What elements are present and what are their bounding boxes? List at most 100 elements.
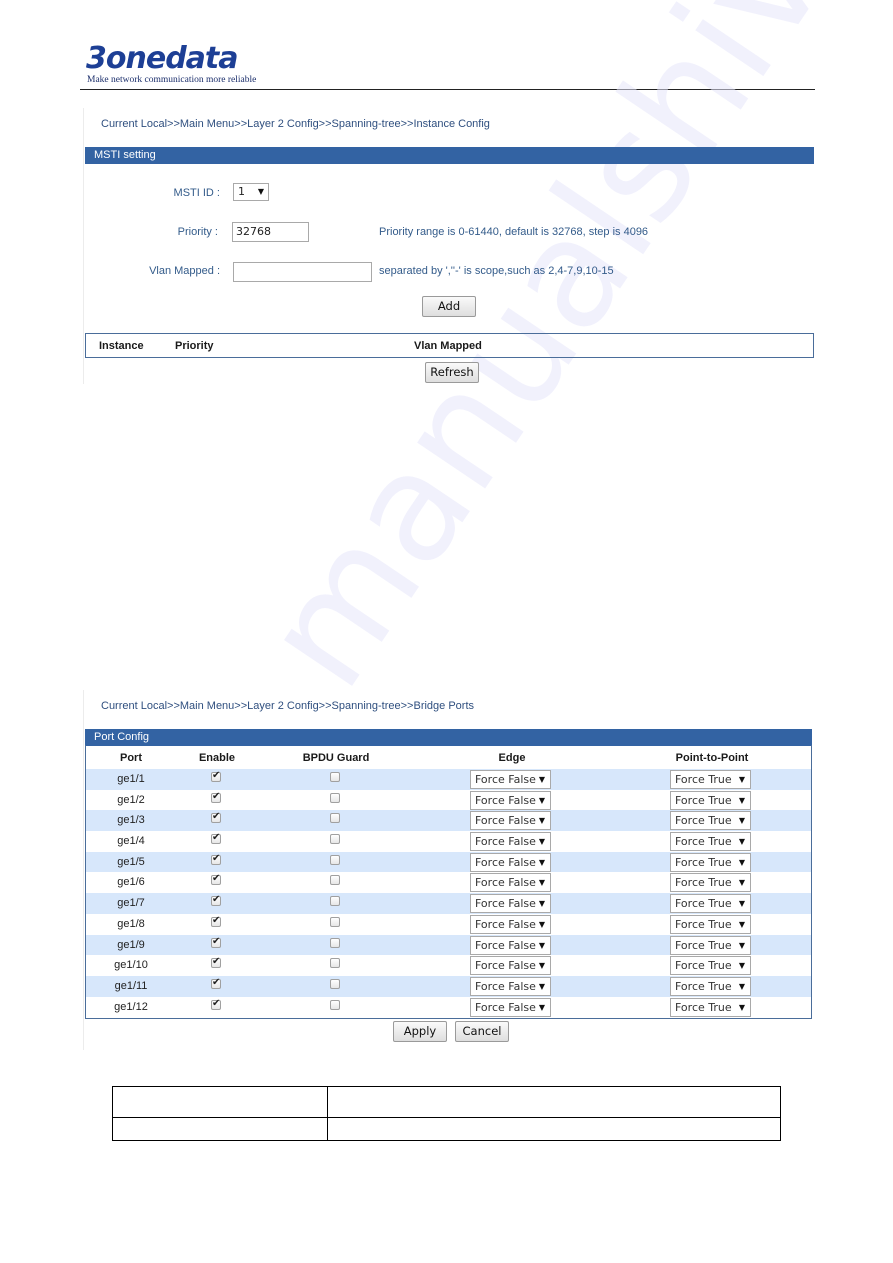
edge-select[interactable]: Force False ▼ <box>470 997 551 1017</box>
enable-checkbox[interactable]: ✔ <box>211 873 221 886</box>
point-to-point-value: Force True <box>675 876 732 890</box>
bpdu-guard-checkbox[interactable] <box>330 834 340 845</box>
edge-value: Force False <box>475 959 536 973</box>
table-row: ge1/8 ✔ Force False ▼ Force True ▼ <box>86 914 811 935</box>
check-icon: ✔ <box>212 976 221 988</box>
panel-border <box>83 108 84 384</box>
point-to-point-select[interactable]: Force True ▼ <box>670 852 751 872</box>
point-to-point-select[interactable]: Force True ▼ <box>670 811 751 831</box>
enable-checkbox[interactable]: ✔ <box>211 894 221 907</box>
point-to-point-select[interactable]: Force True ▼ <box>670 873 751 893</box>
table-row: ge1/2 ✔ Force False ▼ Force True ▼ <box>86 790 811 811</box>
msti-id-value: 1 <box>238 185 245 198</box>
column-header-point-to-point: Point-to-Point <box>675 752 749 764</box>
bpdu-guard-checkbox[interactable] <box>330 916 340 927</box>
point-to-point-select[interactable]: Force True ▼ <box>670 832 751 852</box>
bpdu-guard-checkbox[interactable] <box>330 813 340 824</box>
msti-id-select[interactable]: 1 ▼ <box>233 183 269 201</box>
refresh-button[interactable]: Refresh <box>425 362 479 383</box>
table-row <box>112 1086 781 1118</box>
dropdown-arrow-icon: ▼ <box>738 878 745 888</box>
apply-button[interactable]: Apply <box>393 1021 447 1042</box>
enable-checkbox[interactable]: ✔ <box>211 832 221 845</box>
edge-value: Force False <box>475 938 536 952</box>
edge-select[interactable]: Force False ▼ <box>470 935 551 955</box>
bpdu-guard-checkbox[interactable] <box>330 937 340 948</box>
dropdown-arrow-icon: ▼ <box>538 899 545 909</box>
priority-label: Priority : <box>177 226 218 238</box>
point-to-point-select[interactable]: Force True ▼ <box>670 894 751 914</box>
column-header-enable: Enable <box>198 752 236 764</box>
enable-checkbox[interactable]: ✔ <box>211 914 221 927</box>
table-row: ge1/6 ✔ Force False ▼ Force True ▼ <box>86 872 811 893</box>
port-name: ge1/1 <box>117 773 145 785</box>
point-to-point-value: Force True <box>675 959 732 973</box>
enable-checkbox[interactable]: ✔ <box>211 770 221 782</box>
column-header-vlan-mapped: Vlan Mapped <box>414 340 482 352</box>
dropdown-arrow-icon: ▼ <box>738 919 745 929</box>
dropdown-arrow-icon: ▼ <box>738 775 745 784</box>
enable-checkbox[interactable]: ✔ <box>211 936 221 948</box>
point-to-point-select[interactable]: Force True ▼ <box>670 935 751 955</box>
bpdu-guard-checkbox[interactable] <box>330 896 340 907</box>
dropdown-arrow-icon: ▼ <box>738 837 745 847</box>
port-name: ge1/5 <box>117 855 145 868</box>
bpdu-guard-checkbox[interactable] <box>330 792 340 803</box>
point-to-point-value: Force True <box>675 855 732 869</box>
bpdu-guard-checkbox[interactable] <box>330 958 340 969</box>
priority-hint: Priority range is 0-61440, default is 32… <box>379 226 649 238</box>
enable-checkbox[interactable]: ✔ <box>211 956 221 969</box>
port-name: ge1/10 <box>114 959 148 972</box>
edge-select[interactable]: Force False ▼ <box>470 914 551 934</box>
edge-select[interactable]: Force False ▼ <box>470 852 551 872</box>
watermark: manualshive.com <box>230 0 893 718</box>
column-header-bpdu-guard: BPDU Guard <box>302 752 370 764</box>
edge-select[interactable]: Force False ▼ <box>470 976 551 996</box>
table-row: ge1/7 ✔ Force False ▼ Force True ▼ <box>86 893 811 914</box>
point-to-point-value: Force True <box>675 938 732 952</box>
enable-checkbox[interactable]: ✔ <box>211 811 221 824</box>
enable-checkbox[interactable]: ✔ <box>211 976 221 989</box>
port-name: ge1/3 <box>117 814 145 827</box>
point-to-point-select[interactable]: Force True ▼ <box>670 790 751 810</box>
add-button[interactable]: Add <box>422 296 476 317</box>
dropdown-arrow-icon: ▼ <box>738 961 745 971</box>
enable-checkbox[interactable]: ✔ <box>211 998 221 1010</box>
point-to-point-select[interactable]: Force True ▼ <box>670 956 751 976</box>
point-to-point-value: Force True <box>675 773 732 786</box>
point-to-point-select[interactable]: Force True ▼ <box>670 997 751 1017</box>
edge-select[interactable]: Force False ▼ <box>470 832 551 852</box>
enable-checkbox[interactable]: ✔ <box>211 853 221 865</box>
edge-value: Force False <box>475 773 536 786</box>
cancel-button[interactable]: Cancel <box>455 1021 509 1042</box>
table-row: ge1/9 ✔ Force False ▼ Force True ▼ <box>86 934 811 956</box>
bpdu-guard-checkbox[interactable] <box>330 978 340 989</box>
priority-input[interactable]: 32768 <box>232 222 309 242</box>
edge-select[interactable]: Force False ▼ <box>470 894 551 914</box>
header-divider <box>80 89 815 90</box>
edge-select[interactable]: Force False ▼ <box>470 873 551 893</box>
msti-id-label: MSTI ID : <box>173 187 220 199</box>
bpdu-guard-checkbox[interactable] <box>330 999 340 1010</box>
logo-text: 3onedata <box>86 41 239 76</box>
point-to-point-select[interactable]: Force True ▼ <box>670 770 751 789</box>
point-to-point-select[interactable]: Force True ▼ <box>670 914 751 934</box>
point-to-point-select[interactable]: Force True ▼ <box>670 976 751 996</box>
bpdu-guard-checkbox[interactable] <box>330 772 340 782</box>
bpdu-guard-checkbox[interactable] <box>330 854 340 865</box>
column-header-priority: Priority <box>175 340 214 352</box>
edge-select[interactable]: Force False ▼ <box>470 790 551 810</box>
table-cell <box>327 1086 781 1118</box>
enable-checkbox[interactable]: ✔ <box>211 791 221 803</box>
port-name: ge1/2 <box>117 793 145 806</box>
bpdu-guard-checkbox[interactable] <box>330 875 340 886</box>
edge-value: Force False <box>475 855 536 869</box>
edge-select[interactable]: Force False ▼ <box>470 956 551 976</box>
edge-select[interactable]: Force False ▼ <box>470 770 551 789</box>
panel-border <box>83 690 84 1050</box>
edge-select[interactable]: Force False ▼ <box>470 811 551 831</box>
edge-value: Force False <box>475 897 536 911</box>
check-icon: ✔ <box>212 914 221 926</box>
dropdown-arrow-icon: ▼ <box>738 899 745 909</box>
vlan-mapped-input[interactable] <box>233 262 372 282</box>
